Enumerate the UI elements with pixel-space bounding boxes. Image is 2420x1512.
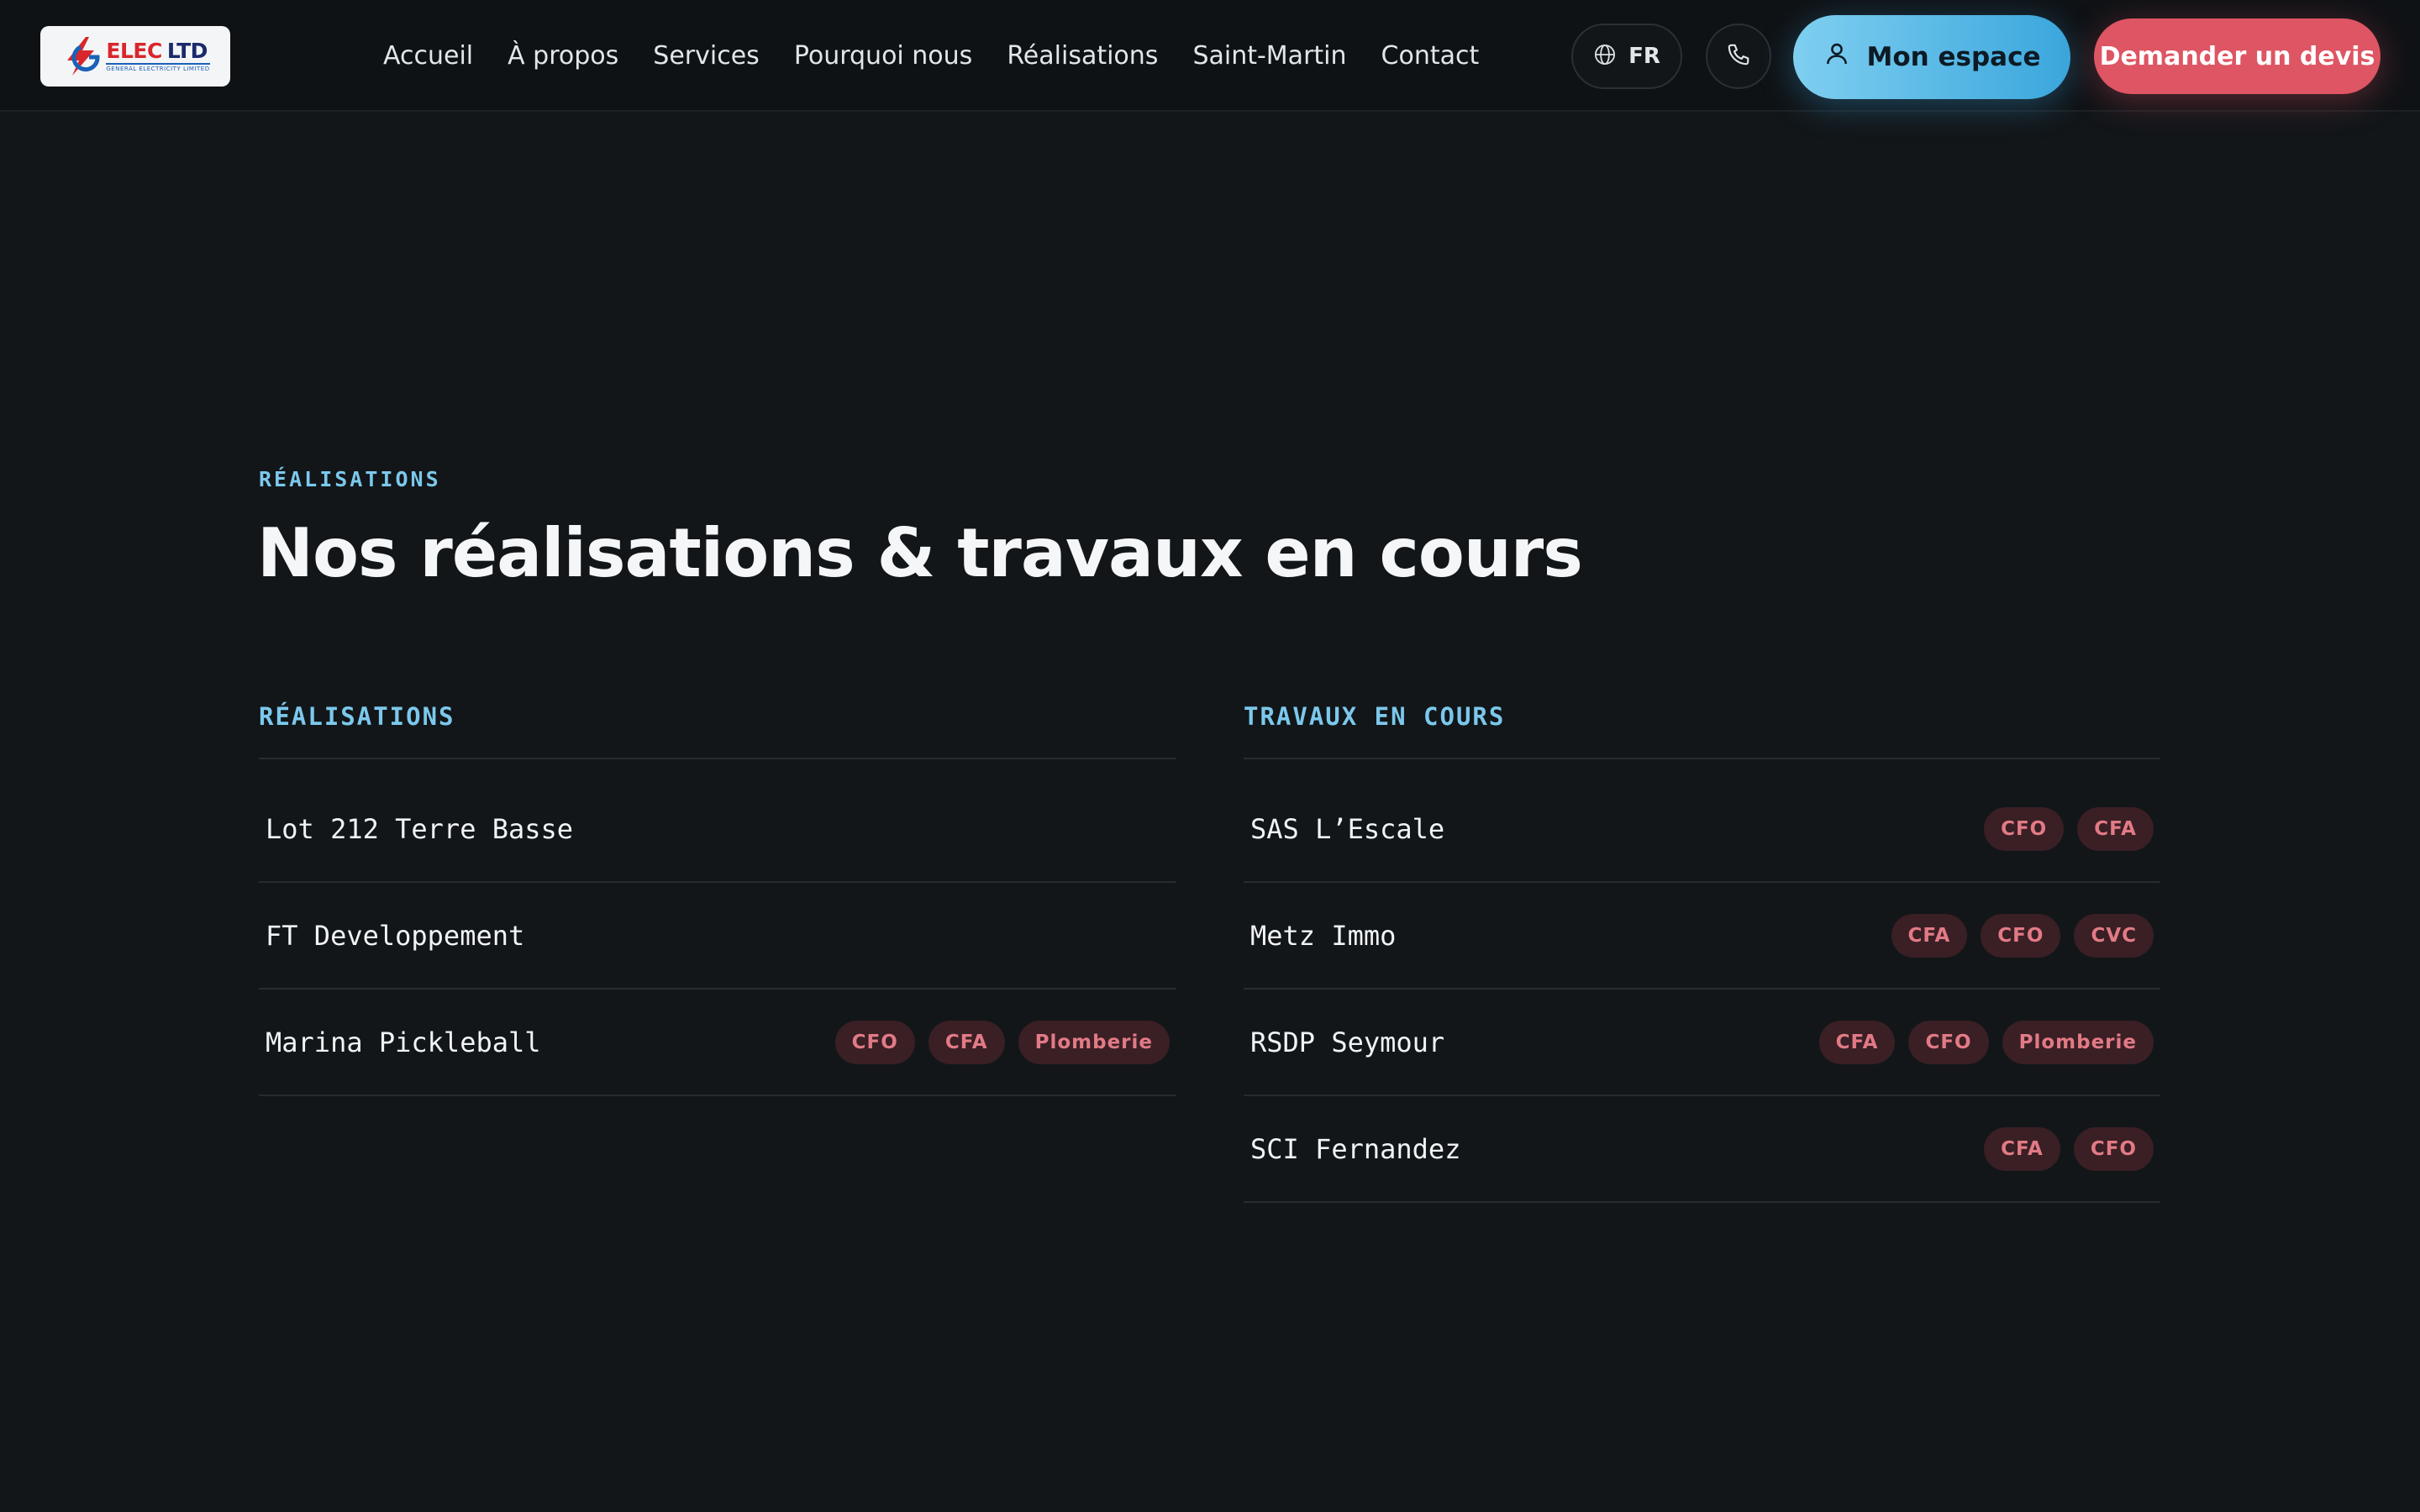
tag-badge: CFA [928,1020,1005,1064]
tag-badge: CVC [2074,913,2154,958]
tag-badge: CFO [2073,1126,2154,1171]
project-tags: CFA CFO [1984,1126,2154,1171]
nav-services[interactable]: Services [653,41,760,71]
logo-tagline: GENERAL ELECTRICITY LIMITED [106,62,210,73]
tag-badge: CFO [1908,1020,1989,1064]
project-tags: CFO CFA Plomberie [834,1020,1170,1064]
realisations-heading: RÉALISATIONS [259,694,1176,759]
tag-badge: CFO [1981,913,2061,958]
mon-espace-button[interactable]: Mon espace [1793,15,2070,99]
logo-mark: ELEC LTD GENERAL ELECTRICITY LIMITED [60,35,210,77]
project-name: Marina Pickleball [266,1026,541,1058]
logo-name-suffix: LTD [166,38,208,63]
project-tags: CFA CFO Plomberie [1818,1020,2154,1064]
project-tags: CFO CFA [1984,806,2154,851]
project-name: FT Developpement [266,919,525,952]
travaux-list: SAS L’Escale CFO CFA Metz Immo CFA CFO C… [1244,776,2160,1203]
list-item: SCI Fernandez CFA CFO [1244,1096,2160,1203]
nav-saint-martin[interactable]: Saint-Martin [1192,41,1346,71]
list-item: Lot 212 Terre Basse [259,776,1176,883]
user-icon [1823,40,1850,74]
logo-text: ELEC LTD GENERAL ELECTRICITY LIMITED [106,38,210,73]
list-item: RSDP Seymour CFA CFO Plomberie [1244,990,2160,1096]
list-item: FT Developpement [259,883,1176,990]
project-name: RSDP Seymour [1250,1026,1445,1058]
tag-badge: Plomberie [1018,1020,1170,1064]
language-switcher[interactable]: FR [1571,24,1682,89]
lightning-bolt-icon [60,35,103,77]
project-name: SAS L’Escale [1250,812,1445,845]
nav-realisations[interactable]: Réalisations [1007,41,1158,71]
travaux-heading: TRAVAUX EN COURS [1244,694,2160,759]
nav-accueil[interactable]: Accueil [383,41,473,71]
tag-badge: CFA [1818,1020,1896,1064]
language-code: FR [1628,44,1660,69]
section-eyebrow: RÉALISATIONS [259,467,441,491]
tag-badge: CFA [1984,1126,2060,1171]
mon-espace-label: Mon espace [1866,42,2041,72]
tag-badge: Plomberie [2002,1020,2154,1064]
project-name: Metz Immo [1250,919,1397,952]
travaux-column: TRAVAUX EN COURS SAS L’Escale CFO CFA Me… [1244,694,2160,1203]
globe-icon [1593,43,1617,70]
site-header: ELEC LTD GENERAL ELECTRICITY LIMITED Accu… [0,0,2420,112]
list-item: SAS L’Escale CFO CFA [1244,776,2160,883]
nav-pourquoi-nous[interactable]: Pourquoi nous [794,41,973,71]
project-tags: CFA CFO CVC [1891,913,2154,958]
nav-contact[interactable]: Contact [1381,41,1480,71]
phone-button[interactable] [1706,24,1771,89]
tag-badge: CFA [2077,806,2154,851]
logo-name: ELEC LTD [106,38,209,63]
realisations-column: RÉALISATIONS Lot 212 Terre Basse FT Deve… [259,694,1176,1096]
main-nav: Accueil À propos Services Pourquoi nous … [383,0,1513,112]
demander-devis-button[interactable]: Demander un devis [2094,18,2381,94]
nav-a-propos[interactable]: À propos [508,41,618,71]
tag-badge: CFA [1891,913,1968,958]
list-item: Metz Immo CFA CFO CVC [1244,883,2160,990]
section-title: Nos réalisations & travaux en cours [257,514,1583,592]
tag-badge: CFO [1984,806,2065,851]
tag-badge: CFO [834,1020,915,1064]
realisations-list: Lot 212 Terre Basse FT Developpement Mar… [259,776,1176,1096]
phone-icon [1726,42,1751,71]
list-item: Marina Pickleball CFO CFA Plomberie [259,990,1176,1096]
site-logo[interactable]: ELEC LTD GENERAL ELECTRICITY LIMITED [40,26,230,87]
project-name: SCI Fernandez [1250,1132,1461,1165]
project-name: Lot 212 Terre Basse [266,812,574,845]
logo-name-main: ELEC [106,38,162,63]
